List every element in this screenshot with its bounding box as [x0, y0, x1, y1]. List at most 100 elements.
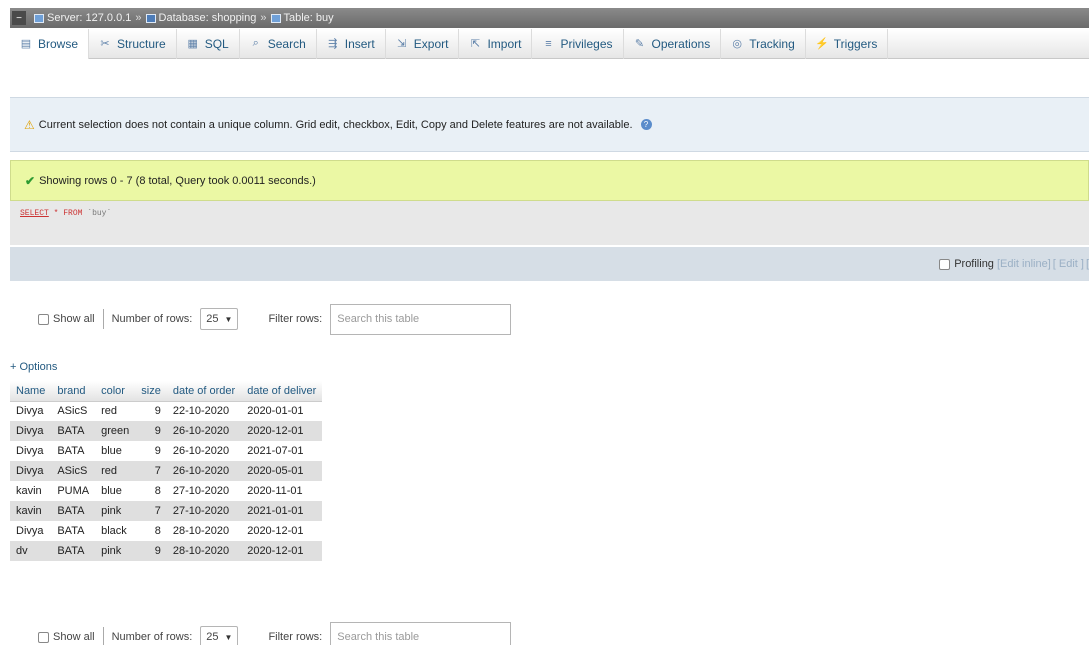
tab-sql[interactable]: ▦ SQL — [177, 28, 240, 59]
table-row: kavin BATA pink 7 27-10-2020 2021-01-01 — [10, 501, 323, 521]
filter-rows-input[interactable]: Search this table — [330, 303, 512, 335]
show-all-label: Show all — [53, 313, 95, 325]
table-cell: 2020-11-01 — [241, 481, 323, 501]
tab-structure[interactable]: ✂ Structure — [89, 28, 177, 59]
table-cell: 22-10-2020 — [166, 401, 242, 421]
table-cell: ASicS — [51, 461, 96, 481]
tab-privileges[interactable]: ≡ Privileges — [532, 28, 624, 59]
privileges-icon: ≡ — [545, 37, 552, 50]
check-icon: ✔ — [25, 173, 36, 188]
table-cell: 8 — [135, 481, 167, 501]
chevron-down-icon: ▼ — [224, 632, 233, 642]
table-cell: BATA — [51, 441, 96, 461]
table-cell: pink — [95, 501, 136, 521]
filter-rows-label: Filter rows: — [268, 313, 323, 325]
column-header[interactable]: date of order — [166, 381, 242, 402]
table-cell: PUMA — [51, 481, 96, 501]
show-all-checkbox[interactable] — [38, 313, 49, 325]
tab-label: Operations — [651, 36, 711, 51]
table-cell: blue — [95, 481, 136, 501]
profiling-checkbox[interactable] — [939, 258, 951, 270]
table-cell: kavin — [10, 481, 52, 501]
tab-browse[interactable]: ▤ Browse — [10, 28, 90, 59]
structure-icon: ✂ — [100, 38, 110, 50]
breadcrumb-table[interactable]: Table: buy — [270, 12, 334, 24]
breadcrumb-database[interactable]: Database: shopping — [145, 12, 256, 24]
table-cell: Divya — [10, 421, 52, 441]
navigation-top: Show all Number of rows: 25 ▼ Filter row… — [38, 302, 512, 336]
options-link[interactable]: + Options — [10, 361, 57, 373]
table-row: kavin PUMA blue 8 27-10-2020 2020-11-01 — [10, 481, 323, 501]
table-cell: 9 — [135, 441, 167, 461]
table-cell: black — [95, 521, 136, 541]
tab-bar: ▤ Browse ✂ Structure ▦ SQL ⌕ Search ⇶ Insert ⇲ Expo… — [10, 28, 1089, 59]
edit-link[interactable]: [ Edit ] — [1053, 258, 1084, 270]
results-table: Name brand color size date of order date of d… — [10, 381, 323, 561]
tab-search[interactable]: ⌕ Search — [240, 28, 317, 59]
tab-import[interactable]: ⇱ Import — [459, 28, 533, 59]
tab-label: Insert — [344, 36, 375, 51]
breadcrumb-separator: » — [135, 12, 142, 24]
table-row: Divya BATA green 9 26-10-2020 2020-12-01 — [10, 421, 323, 441]
table-cell: BATA — [51, 421, 96, 441]
table-cell: 2020-12-01 — [241, 521, 323, 541]
table-cell: green — [95, 421, 136, 441]
tab-operations[interactable]: ✎ Operations — [624, 28, 722, 59]
number-of-rows-select[interactable]: 25 ▼ — [200, 308, 239, 330]
insert-icon: ⇶ — [328, 38, 338, 50]
rows-value: 25 — [206, 631, 219, 643]
tracking-icon: ◎ — [732, 38, 742, 50]
collapse-icon[interactable]: − — [12, 11, 26, 25]
tab-label: Export — [413, 36, 449, 51]
table-cell: ASicS — [51, 401, 96, 421]
help-icon[interactable]: ? — [640, 119, 652, 130]
sql-icon: ▦ — [187, 38, 198, 50]
tab-tracking[interactable]: ◎ Tracking — [721, 28, 806, 59]
tab-label: Triggers — [833, 36, 878, 51]
sql-star: * — [53, 209, 59, 218]
profiling-bar: Profiling [Edit inline] [ Edit ] [ — [10, 247, 1089, 281]
table-row: Divya BATA black 8 28-10-2020 2020-12-01 — [10, 521, 323, 541]
warning-icon: ⚠ — [24, 117, 35, 132]
table-cell: 2020-12-01 — [241, 421, 323, 441]
edit-inline-link[interactable]: [Edit inline] — [997, 258, 1051, 270]
success-message: ✔ Showing rows 0 - 7 (8 total, Query too… — [10, 160, 1089, 201]
navigation-bottom: Show all Number of rows: 25 ▼ Filter row… — [38, 620, 512, 645]
tab-export[interactable]: ⇲ Export — [386, 28, 460, 59]
table-cell: 8 — [135, 521, 167, 541]
number-of-rows-select[interactable]: 25 ▼ — [200, 626, 239, 645]
browse-icon: ▤ — [20, 38, 32, 50]
filter-rows-input[interactable]: Search this table — [330, 621, 512, 645]
sql-keyword-select[interactable]: SELECT — [20, 209, 49, 218]
table-header-row: Name brand color size date of order date of d… — [10, 381, 323, 402]
notice-text: Current selection does not contain a uni… — [38, 118, 633, 131]
table-cell: BATA — [51, 521, 96, 541]
column-header[interactable]: date of deliver — [241, 381, 323, 402]
breadcrumb-server[interactable]: Server: 127.0.0.1 — [34, 12, 131, 24]
column-header[interactable]: color — [95, 381, 136, 402]
number-of-rows-label: Number of rows: — [111, 631, 193, 643]
table-row: Divya BATA blue 9 26-10-2020 2021-07-01 — [10, 441, 323, 461]
table-cell: 2020-12-01 — [241, 541, 323, 561]
table-cell: 28-10-2020 — [166, 521, 242, 541]
triggers-icon: ⚡ — [814, 38, 829, 50]
number-of-rows-label: Number of rows: — [111, 313, 193, 325]
column-header[interactable]: brand — [51, 381, 96, 402]
server-icon — [34, 13, 44, 23]
column-header[interactable]: Name — [10, 381, 52, 402]
tab-triggers[interactable]: ⚡ Triggers — [806, 28, 889, 59]
table-cell: 2020-01-01 — [241, 401, 323, 421]
breadcrumb: − Server: 127.0.0.1 » Database: shopping… — [10, 8, 1089, 28]
table-cell: BATA — [51, 501, 96, 521]
show-all-label: Show all — [53, 631, 95, 643]
show-all-checkbox[interactable] — [38, 631, 49, 643]
column-header[interactable]: size — [135, 381, 167, 402]
table-cell: Divya — [10, 461, 52, 481]
table-icon — [270, 13, 281, 23]
table-cell: 9 — [135, 401, 167, 421]
export-icon: ⇲ — [397, 38, 407, 50]
database-icon — [145, 13, 156, 23]
table-cell: dv — [10, 541, 52, 561]
tab-label: Tracking — [749, 36, 795, 51]
tab-insert[interactable]: ⇶ Insert — [317, 28, 386, 59]
